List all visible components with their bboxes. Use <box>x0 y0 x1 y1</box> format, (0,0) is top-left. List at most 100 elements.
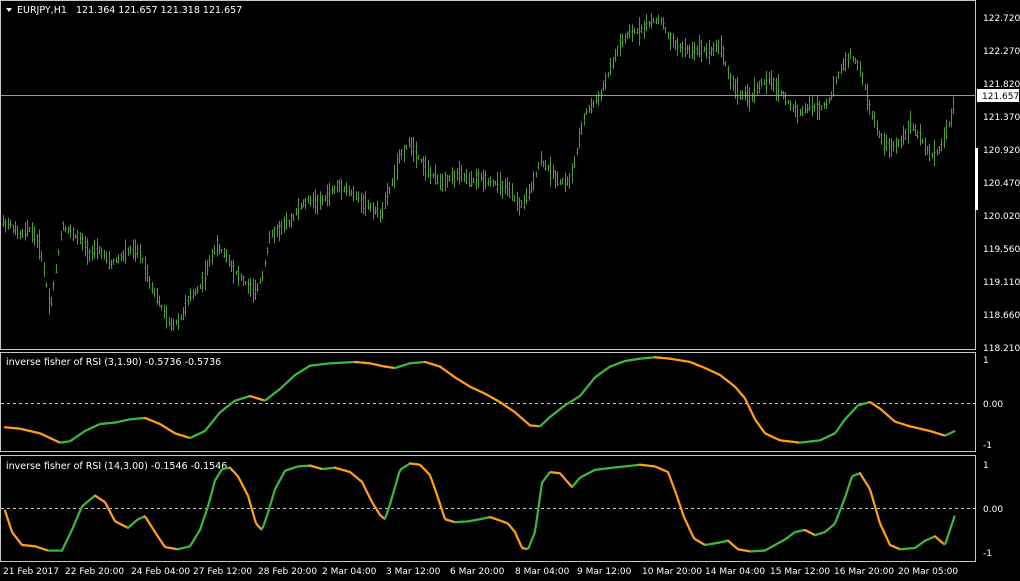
price-bar <box>660 17 663 26</box>
price-bar <box>583 113 586 126</box>
price-bar <box>597 91 600 106</box>
price-bar <box>472 177 475 184</box>
price-bar <box>319 191 322 210</box>
price-bar <box>55 263 58 274</box>
price-bar <box>763 79 766 86</box>
price-bar <box>343 185 346 193</box>
price-bar <box>504 178 507 195</box>
price-bar <box>350 189 353 196</box>
price-bar <box>81 232 84 251</box>
price-bar <box>777 73 780 102</box>
price-bar <box>710 46 713 57</box>
price-bar <box>182 307 185 321</box>
price-bar <box>643 20 646 39</box>
price-bar <box>496 171 499 194</box>
price-bar <box>520 199 523 209</box>
time-tick: 16 Mar 20:00 <box>834 567 894 577</box>
price-bar <box>528 184 531 201</box>
price-bar <box>91 245 94 261</box>
price-bar <box>633 27 636 35</box>
price-bar <box>12 224 15 234</box>
indicator1-line <box>3 356 956 444</box>
price-bar <box>844 52 847 72</box>
price-bar <box>108 251 111 270</box>
price-bar <box>369 202 372 212</box>
price-bar <box>878 130 881 139</box>
price-bar <box>549 156 552 187</box>
price-bar <box>117 254 120 264</box>
price-bar <box>192 288 195 300</box>
price-bar <box>180 314 183 321</box>
price-bar <box>909 110 912 135</box>
price-bar <box>883 132 886 156</box>
price-bar <box>254 279 257 301</box>
price-bar <box>204 260 207 291</box>
trading-chart[interactable]: EURJPY,H1 121.364 121.657 121.318 121.65… <box>0 0 1020 581</box>
price-bar <box>794 100 797 118</box>
price-bar <box>638 17 641 46</box>
price-bar <box>856 60 859 71</box>
time-axis[interactable]: 21 Feb 2017 22 Feb 20:00 24 Feb 04:00 27… <box>3 567 958 577</box>
price-bar <box>890 138 893 157</box>
price-bar <box>732 75 735 91</box>
indicator-segment <box>536 502 541 516</box>
price-bar <box>861 72 864 86</box>
price-bar <box>900 135 903 149</box>
indicator2-axis-tick: -1 <box>983 549 992 559</box>
price-bar <box>720 35 723 58</box>
price-bar <box>888 138 891 159</box>
price-bar <box>151 281 154 294</box>
price-bar <box>271 229 274 238</box>
main-pane-border <box>0 0 976 350</box>
price-bar <box>422 156 425 176</box>
price-tick: 122.270 <box>983 47 1020 57</box>
price-tick: 121.820 <box>983 80 1020 90</box>
price-bar <box>465 169 468 185</box>
price-bar <box>232 259 235 284</box>
time-tick: 10 Mar 20:00 <box>642 567 702 577</box>
price-bar <box>799 108 802 117</box>
price-bar <box>172 318 175 331</box>
price-bar <box>199 283 202 290</box>
price-bar <box>825 98 828 110</box>
price-bar <box>552 164 555 179</box>
price-bar <box>705 43 708 59</box>
price-bar <box>849 48 852 59</box>
price-bar <box>516 191 519 212</box>
price-bar <box>650 13 653 29</box>
price-bar <box>859 61 862 77</box>
chart-scroll-marker[interactable] <box>975 148 978 210</box>
price-bar <box>309 195 312 207</box>
price-bar <box>616 45 619 57</box>
price-bar <box>607 72 610 78</box>
price-bar <box>112 258 115 266</box>
price-bar <box>187 295 190 306</box>
price-bar <box>28 226 31 232</box>
price-bar <box>468 172 471 187</box>
price-bar <box>926 145 929 155</box>
price-bar <box>52 281 55 291</box>
price-bar <box>374 206 377 215</box>
dropdown-triangle-icon[interactable] <box>6 8 12 12</box>
price-bar <box>835 76 838 85</box>
price-bar <box>895 137 898 154</box>
time-tick: 8 Mar 04:00 <box>515 567 570 577</box>
price-bar <box>463 172 466 182</box>
price-bar <box>134 239 137 262</box>
current-price-value: 121.657 <box>982 92 1019 102</box>
price-bar <box>547 165 550 172</box>
price-bar <box>127 247 130 256</box>
price-bar <box>511 183 514 201</box>
price-axis[interactable]: 122.720 122.270 121.820 121.370 120.920 … <box>983 14 1020 354</box>
price-bar <box>640 24 643 33</box>
price-bar <box>501 180 504 199</box>
price-bar <box>700 39 703 63</box>
price-bar <box>427 159 430 179</box>
price-tick: 119.110 <box>983 278 1020 288</box>
price-bar <box>573 155 576 169</box>
price-bar <box>103 250 106 260</box>
price-bar <box>50 296 53 307</box>
price-bar <box>417 154 420 161</box>
price-bar <box>571 163 574 184</box>
price-bar <box>261 270 264 281</box>
